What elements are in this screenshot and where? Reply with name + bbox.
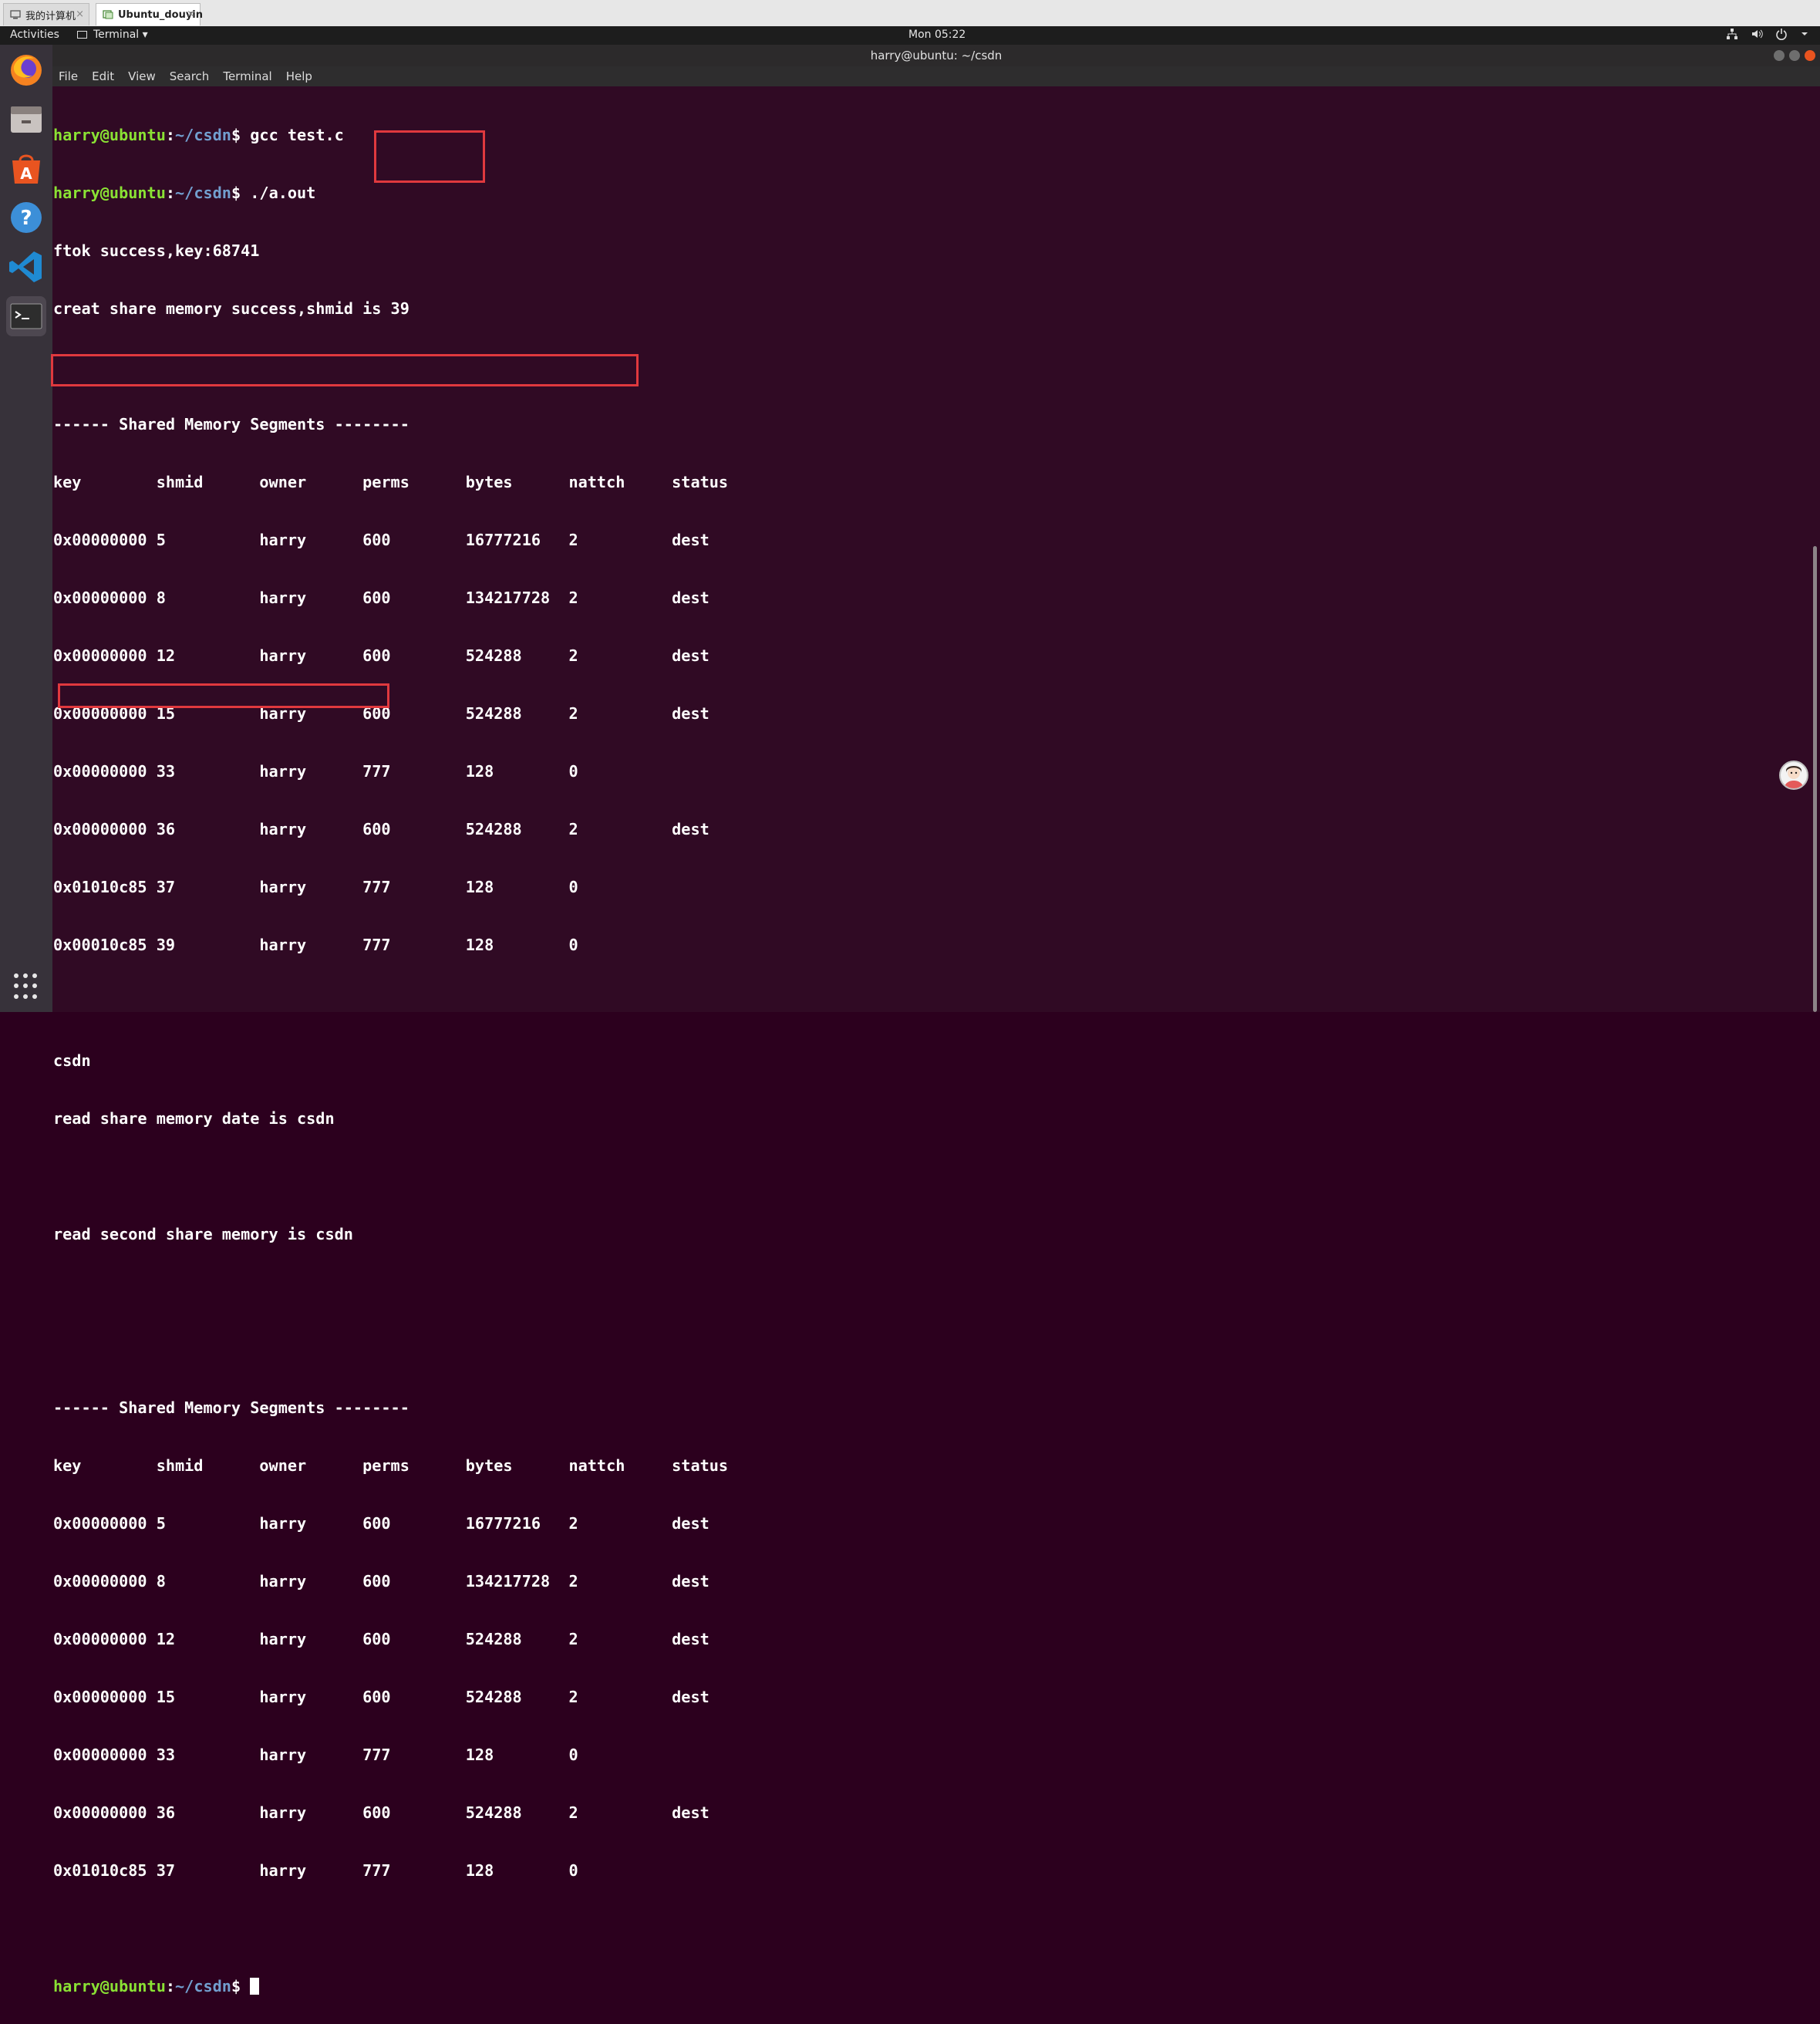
apps-grid-icon[interactable] bbox=[14, 973, 40, 1000]
close-icon[interactable]: × bbox=[187, 8, 195, 20]
software-center-icon[interactable]: A bbox=[6, 148, 46, 188]
vm-tab-ubuntu-douyin[interactable]: Ubuntu_douyin × bbox=[96, 3, 203, 25]
segments-header: ------ Shared Memory Segments -------- bbox=[53, 1398, 410, 1417]
gnome-top-bar: Activities Terminal ▾ Mon 05:22 bbox=[0, 26, 1820, 45]
svg-text:?: ? bbox=[20, 207, 32, 230]
minimize-icon[interactable] bbox=[1774, 50, 1785, 61]
close-icon[interactable]: × bbox=[76, 8, 84, 20]
files-icon[interactable] bbox=[6, 99, 46, 139]
menu-help[interactable]: Help bbox=[286, 69, 312, 83]
dock: A ? bbox=[0, 45, 52, 1012]
table-header: key shmid owner perms bytes nattch statu… bbox=[53, 1456, 729, 1475]
highlight-box-missing-row bbox=[58, 683, 389, 708]
power-icon[interactable] bbox=[1775, 28, 1788, 43]
window-title: harry@ubuntu: ~/csdn bbox=[870, 49, 1003, 62]
output-line: read share memory date is csdn bbox=[53, 1109, 335, 1128]
table-header: key shmid owner perms bytes nattch statu… bbox=[53, 473, 729, 491]
menu-edit[interactable]: Edit bbox=[92, 69, 114, 83]
table-row: 0x00000000 15 harry 600 524288 2 dest bbox=[53, 1688, 709, 1706]
terminal-icon[interactable] bbox=[6, 296, 46, 336]
activities-button[interactable]: Activities bbox=[10, 29, 59, 41]
shmid-value: 39 bbox=[390, 299, 410, 318]
terminal-output[interactable]: harry@ubuntu:~/csdn$ gcc test.c harry@ub… bbox=[51, 86, 1811, 1995]
segments-header: ------ Shared Memory Segments -------- bbox=[53, 415, 410, 433]
scrollbar[interactable] bbox=[1811, 86, 1820, 1012]
window-titlebar: harry@ubuntu: ~/csdn bbox=[52, 45, 1820, 66]
menu-search[interactable]: Search bbox=[170, 69, 210, 83]
maximize-icon[interactable] bbox=[1789, 50, 1800, 61]
table-row: 0x00000000 5 harry 600 16777216 2 dest bbox=[53, 531, 709, 549]
output-line: csdn bbox=[53, 1051, 91, 1070]
menu-file[interactable]: File bbox=[59, 69, 78, 83]
app-menu-label: Terminal ▾ bbox=[93, 29, 148, 41]
avatar[interactable] bbox=[1779, 761, 1808, 790]
vm-tab-label: 我的计算机 bbox=[25, 10, 76, 22]
system-tray[interactable] bbox=[1726, 28, 1809, 43]
table-row: 0x00000000 33 harry 777 128 0 bbox=[53, 762, 578, 781]
table-row: 0x01010c85 37 harry 777 128 0 bbox=[53, 1861, 578, 1880]
highlight-box-row-39 bbox=[51, 354, 639, 386]
table-row: 0x00000000 33 harry 777 128 0 bbox=[53, 1746, 578, 1764]
table-row: 0x00000000 8 harry 600 134217728 2 dest bbox=[53, 1572, 709, 1591]
chevron-down-icon[interactable] bbox=[1800, 28, 1809, 43]
volume-icon[interactable] bbox=[1751, 28, 1763, 43]
prompt-line: harry@ubuntu:~/csdn$ ./a.out bbox=[53, 184, 316, 202]
vm-icon bbox=[103, 10, 113, 19]
svg-text:A: A bbox=[20, 164, 32, 183]
table-row: 0x01010c85 37 harry 777 128 0 bbox=[53, 878, 578, 896]
help-icon[interactable]: ? bbox=[6, 197, 46, 238]
scrollbar-thumb[interactable] bbox=[1813, 546, 1817, 1012]
table-row: 0x00000000 8 harry 600 134217728 2 dest bbox=[53, 589, 709, 607]
clock[interactable]: Mon 05:22 bbox=[908, 29, 966, 41]
output-line: creat share memory success,shmid is 39 bbox=[53, 299, 410, 318]
highlight-box-shmid bbox=[374, 130, 485, 183]
table-row: 0x00000000 36 harry 600 524288 2 dest bbox=[53, 1803, 709, 1822]
firefox-icon[interactable] bbox=[6, 49, 46, 89]
network-icon[interactable] bbox=[1726, 28, 1738, 43]
app-menu[interactable]: Terminal ▾ bbox=[77, 29, 148, 41]
vm-tab-my-computer[interactable]: 我的计算机 × bbox=[3, 3, 89, 25]
vm-tab-strip: 我的计算机 × Ubuntu_douyin × bbox=[0, 0, 1820, 27]
terminal-menubar: File Edit View Search Terminal Help bbox=[52, 66, 1820, 86]
computer-icon bbox=[10, 10, 21, 19]
table-row: 0x00000000 12 harry 600 524288 2 dest bbox=[53, 1630, 709, 1648]
text-cursor bbox=[250, 1978, 260, 1995]
table-row: 0x00010c85 39 harry 777 128 0 bbox=[53, 936, 578, 954]
prompt-line[interactable]: harry@ubuntu:~/csdn$ bbox=[53, 1977, 728, 1996]
table-row: 0x00000000 5 harry 600 16777216 2 dest bbox=[53, 1514, 709, 1533]
output-line: read second share memory is csdn bbox=[53, 1225, 353, 1243]
table-row: 0x00000000 12 harry 600 524288 2 dest bbox=[53, 646, 709, 665]
close-icon[interactable] bbox=[1805, 50, 1815, 61]
output-line: ftok success,key:68741 bbox=[53, 241, 260, 260]
vscode-icon[interactable] bbox=[6, 247, 46, 287]
terminal-small-icon bbox=[77, 31, 87, 39]
table-row: 0x00000000 36 harry 600 524288 2 dest bbox=[53, 820, 709, 838]
menu-view[interactable]: View bbox=[128, 69, 156, 83]
menu-terminal[interactable]: Terminal bbox=[223, 69, 271, 83]
